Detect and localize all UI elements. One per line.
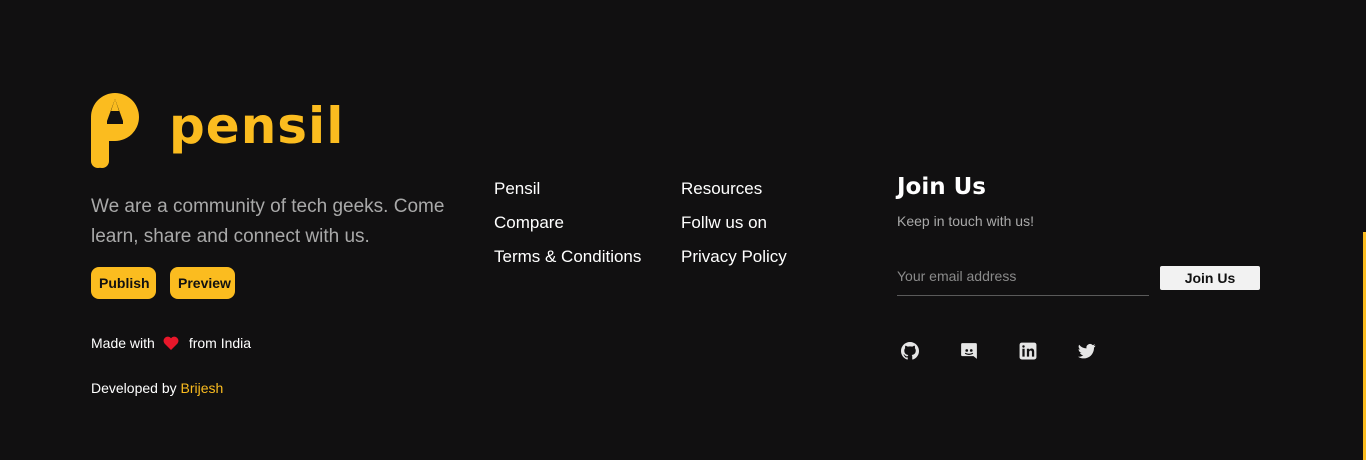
developed-by: Developed by Brijesh: [91, 380, 223, 396]
twitter-icon[interactable]: [1078, 342, 1096, 360]
discord-icon[interactable]: [960, 342, 978, 360]
link-privacy[interactable]: Privacy Policy: [681, 244, 787, 278]
join-button[interactable]: Join Us: [1160, 266, 1260, 290]
preview-button[interactable]: Preview: [170, 267, 235, 299]
brand-name: pensil: [169, 97, 345, 155]
author-link[interactable]: Brijesh: [181, 380, 224, 396]
pencil-logo-icon: [91, 93, 139, 168]
developed-prefix: Developed by: [91, 380, 177, 396]
link-pensil[interactable]: Pensil: [494, 176, 641, 210]
link-compare[interactable]: Compare: [494, 210, 641, 244]
footer-links-col2: Resources Follw us on Privacy Policy: [681, 176, 787, 278]
made-with-suffix: from India: [188, 335, 252, 351]
linkedin-icon[interactable]: [1019, 342, 1037, 360]
footer-links-col1: Pensil Compare Terms & Conditions: [494, 176, 641, 278]
github-icon[interactable]: [901, 342, 919, 360]
join-title: Join Us: [897, 174, 986, 200]
publish-button[interactable]: Publish: [91, 267, 156, 299]
link-resources[interactable]: Resources: [681, 176, 787, 210]
site-footer: pensil We are a community of tech geeks.…: [0, 0, 1366, 460]
footer-tagline: We are a community of tech geeks. Come l…: [91, 196, 445, 247]
social-links: [901, 342, 1137, 360]
email-field[interactable]: [897, 256, 1149, 296]
join-subtitle: Keep in touch with us!: [897, 213, 1034, 229]
link-follow-us[interactable]: Follw us on: [681, 210, 787, 244]
brand-logo[interactable]: pensil: [91, 91, 344, 168]
heart-icon: [163, 336, 179, 350]
made-with-line: Made with from India: [91, 335, 251, 351]
link-terms[interactable]: Terms & Conditions: [494, 244, 641, 278]
made-with-prefix: Made with: [91, 335, 155, 351]
